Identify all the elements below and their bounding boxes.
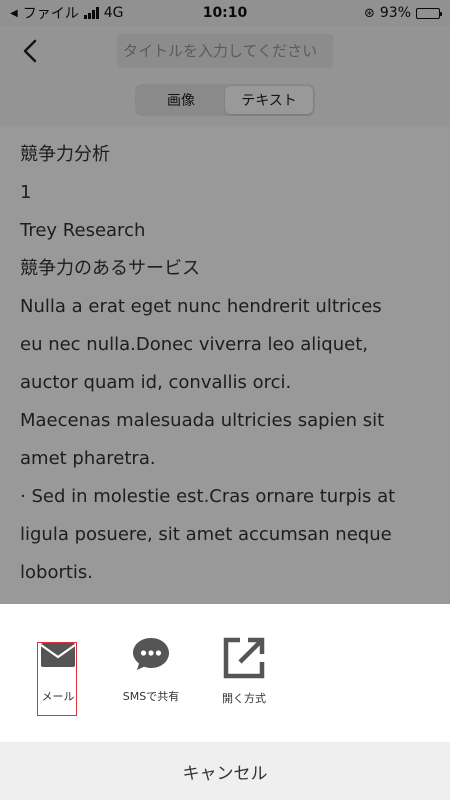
share-sms-label: SMSで共有	[122, 690, 180, 703]
mail-icon	[40, 643, 76, 667]
open-with-button[interactable]: 開く方式	[204, 634, 284, 706]
share-sms-button[interactable]: SMSで共有	[111, 634, 191, 704]
share-mail-button[interactable]: メール	[18, 634, 98, 704]
open-with-label: 開く方式	[222, 692, 266, 705]
share-mail-label: メール	[41, 690, 75, 703]
dim-overlay[interactable]	[0, 0, 450, 604]
chat-bubble-icon	[133, 638, 169, 670]
cancel-button[interactable]: キャンセル	[0, 742, 450, 800]
open-external-icon	[223, 637, 265, 679]
